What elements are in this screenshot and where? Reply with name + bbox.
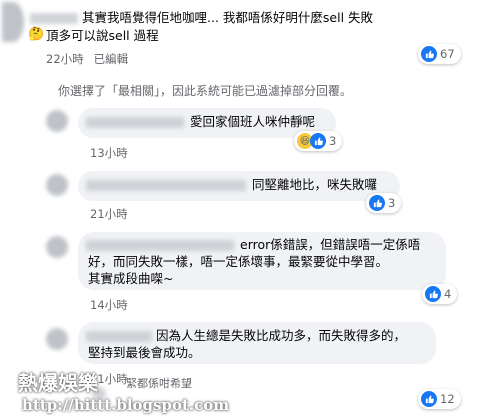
- reaction-summary[interactable]: 4: [422, 284, 458, 304]
- commenter-name[interactable]: [30, 13, 78, 24]
- filter-notice: 你選擇了「最相關」，因此系統可能已過濾掉部分回覆。: [58, 84, 353, 98]
- commenter-name[interactable]: [86, 331, 152, 342]
- watermark-title: 熱爆娛樂: [18, 371, 98, 395]
- edited-label: 已編輯: [93, 52, 129, 66]
- comment-time[interactable]: 22小時: [46, 52, 84, 66]
- comment-text: 同堅離地比，咪失敗囉: [252, 177, 378, 192]
- reply-preview-text[interactable]: 緊都係咁希望: [126, 375, 192, 391]
- like-icon: [369, 195, 385, 211]
- reaction-summary[interactable]: 12: [418, 389, 461, 409]
- commenter-name[interactable]: [86, 117, 184, 128]
- comment-text: 愛回家個班人咪仲靜呢: [190, 114, 316, 129]
- comment-meta: 22小時 已編輯: [46, 51, 138, 67]
- comment-meta: 21小時: [90, 206, 138, 222]
- avatar[interactable]: [46, 236, 68, 258]
- avatar[interactable]: [2, 2, 24, 42]
- comment-time[interactable]: 14小時: [90, 298, 128, 312]
- like-icon: [425, 286, 441, 302]
- reaction-count: 12: [440, 392, 455, 406]
- thinking-emoji: 🤔: [28, 27, 45, 42]
- comment-meta: 14小時: [90, 297, 138, 313]
- like-icon: [310, 133, 326, 149]
- watermark-url: http://hittt.blogspot.com: [22, 396, 230, 414]
- comment-time[interactable]: 21小時: [90, 207, 128, 221]
- comment-meta: 13小時: [90, 145, 138, 161]
- avatar[interactable]: [46, 328, 68, 350]
- comment-text-line-1: 其實我唔覺得佢地咖哩... 我都唔係好明什麼sell 失敗: [82, 10, 374, 25]
- comment-text-line-2: 好，而同失敗一樣，唔一定係壞事，最緊要從中學習。: [88, 254, 389, 269]
- comment-text-line-1: error係錯誤，但錯誤唔一定係唔: [240, 237, 421, 252]
- like-icon: [421, 391, 437, 407]
- reaction-summary[interactable]: 😆 3: [294, 131, 343, 151]
- comment-text-line-2: 堅持到最後會成功。: [88, 345, 201, 360]
- avatar[interactable]: [46, 110, 68, 132]
- reaction-count: 67: [440, 47, 455, 61]
- reaction-count: 3: [388, 196, 396, 210]
- reaction-count: 4: [444, 287, 452, 301]
- reaction-summary[interactable]: 67: [418, 44, 461, 64]
- commenter-name[interactable]: [86, 180, 246, 191]
- comment-text-line-2: 頂多可以說sell 過程: [46, 28, 159, 43]
- commenter-name[interactable]: [86, 240, 234, 251]
- comment-text-line-1: 因為人生總是失敗比成功多，而失敗得多的，: [156, 328, 407, 343]
- reaction-count: 3: [329, 134, 337, 148]
- avatar[interactable]: [46, 174, 68, 196]
- reaction-summary[interactable]: 3: [366, 193, 402, 213]
- comment-time[interactable]: 13小時: [90, 146, 128, 160]
- comment-text-line-3: 其實成段曲㗎~: [88, 271, 174, 286]
- like-icon: [421, 46, 437, 62]
